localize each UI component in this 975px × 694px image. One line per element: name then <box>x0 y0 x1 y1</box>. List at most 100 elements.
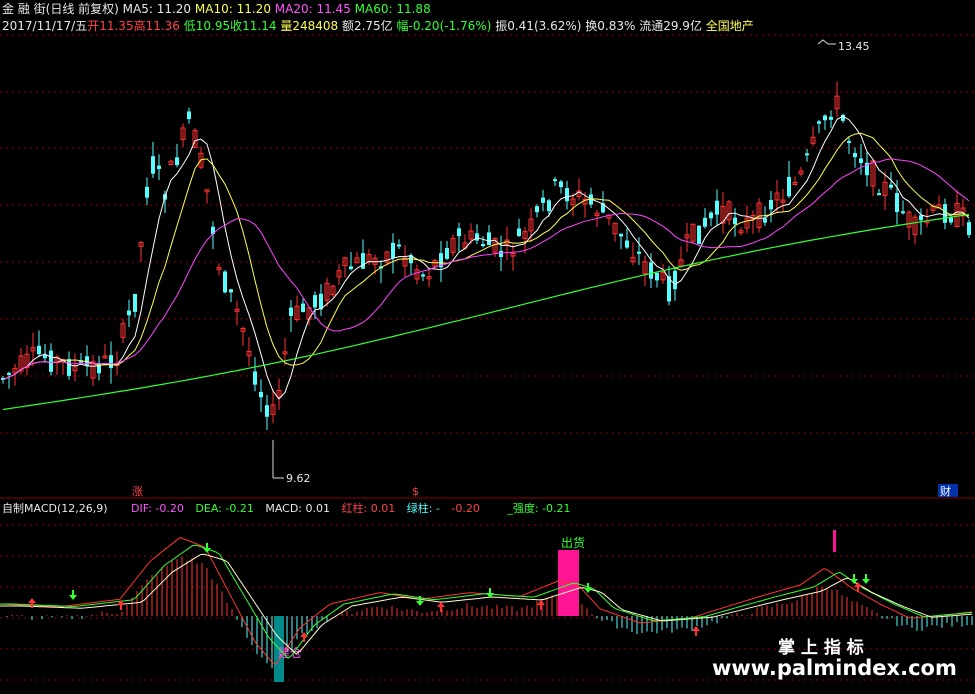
candle-body <box>349 266 353 269</box>
candle-body <box>361 253 365 269</box>
candle-body <box>289 307 293 316</box>
candle-body <box>457 228 461 237</box>
candle-body <box>787 176 791 197</box>
candle-body <box>853 153 857 158</box>
candle-body <box>7 372 11 375</box>
candle-body <box>895 193 899 212</box>
arrow-down-icon <box>584 583 592 593</box>
candle-body <box>499 250 503 258</box>
candle-body <box>769 199 773 210</box>
candle-body <box>187 111 191 120</box>
candle-body <box>637 251 641 254</box>
candle-body <box>541 197 545 203</box>
candle-body <box>67 359 71 376</box>
candle-body <box>133 293 137 312</box>
candle-body <box>109 355 113 369</box>
marker-zhang: 涨 <box>132 485 143 498</box>
candle-body <box>697 225 701 244</box>
sell-label: 出货 <box>561 535 585 550</box>
candle-body <box>619 233 623 237</box>
candle-body <box>175 157 179 165</box>
candle-body <box>517 228 521 237</box>
candle-body <box>655 272 659 281</box>
macd-header: 自制MACD(12,26,9) DIF: -0.20 DEA: -0.21 MA… <box>2 501 571 515</box>
candle-body <box>763 218 767 223</box>
ma5-line <box>2 115 970 400</box>
candle-body <box>733 217 737 225</box>
candle-body <box>85 356 89 366</box>
arrow-down-icon <box>203 543 211 553</box>
high-pointer-icon <box>817 39 829 45</box>
candle-body <box>127 310 131 316</box>
moving-average-lines <box>2 115 970 411</box>
candle-body <box>967 222 971 235</box>
candle-body <box>943 204 947 223</box>
candle-body <box>265 405 269 417</box>
candle-body <box>481 244 485 247</box>
arrow-up-icon <box>437 602 445 612</box>
candle-body <box>673 270 677 290</box>
candle-body <box>259 391 263 398</box>
candle-body <box>487 232 491 246</box>
candle-body <box>535 206 539 213</box>
watermark-cn: 掌 上 指 标 <box>778 637 864 658</box>
low-price-label: 9.62 <box>286 472 311 485</box>
ma10-line <box>2 132 970 381</box>
candle-body <box>223 271 227 293</box>
candle-body <box>445 248 449 259</box>
candle-body <box>313 295 317 308</box>
watermark-url: www.palmindex.com <box>712 656 957 680</box>
candle-body <box>229 289 233 293</box>
arrow-up-icon <box>692 626 700 636</box>
candle-body <box>817 121 821 124</box>
ma60-line <box>2 213 970 411</box>
candle-body <box>889 184 893 188</box>
candle-body <box>715 200 719 215</box>
candle-body <box>421 274 425 277</box>
candle-body <box>805 153 809 156</box>
candle-body <box>649 262 653 279</box>
candle-body <box>553 179 557 182</box>
candle-body <box>877 193 881 196</box>
candle-body <box>37 345 41 355</box>
candle-body <box>157 165 161 170</box>
arrow-down-icon <box>862 574 870 584</box>
candle-body <box>859 158 863 164</box>
candle-body <box>547 200 551 212</box>
candlesticks <box>1 81 971 431</box>
signal-tick <box>833 530 836 552</box>
candle-body <box>901 211 905 214</box>
arrow-down-icon <box>850 574 858 584</box>
macd-strength: _强度: -0.21 <box>506 501 570 515</box>
marker-mid: $ <box>412 485 419 498</box>
candle-body <box>151 156 155 174</box>
macd-dea: DEA: -0.21 <box>195 502 253 515</box>
arrow-down-icon <box>486 588 494 598</box>
chart-stage[interactable]: 金 融 街(日线 前复权) MA5: 11.20 MA10: 11.20 MA2… <box>0 0 975 694</box>
macd-green-bar: 绿柱: - <box>407 501 440 515</box>
candle-body <box>145 186 149 198</box>
arrow-up-icon <box>854 582 862 592</box>
high-price-label: 13.45 <box>838 40 870 53</box>
macd-red-bar: 红柱: 0.01 <box>342 501 396 515</box>
arrow-up-icon <box>537 600 545 610</box>
candle-body <box>823 115 827 121</box>
kline-chart[interactable]: 13.45 9.62 涨 $ 财 自制MACD(12,26,9) DIF: -0… <box>0 0 975 694</box>
candle-body <box>847 140 851 143</box>
macd-dif: DIF: -0.20 <box>131 502 184 515</box>
macd-dash: -0.20 <box>451 502 479 515</box>
macd-name: 自制MACD(12,26,9) <box>2 502 108 515</box>
candle-body <box>253 371 257 385</box>
candle-body <box>625 240 629 248</box>
candle-body <box>703 217 707 227</box>
candle-body <box>565 188 569 202</box>
candle-body <box>919 215 923 221</box>
candle-body <box>397 244 401 247</box>
arrow-down-icon <box>69 590 77 600</box>
macd-value: MACD: 0.01 <box>265 502 330 515</box>
candle-body <box>49 350 53 372</box>
candle-body <box>559 181 563 188</box>
candle-body <box>709 212 713 219</box>
candle-body <box>829 116 833 120</box>
candle-body <box>475 233 479 241</box>
